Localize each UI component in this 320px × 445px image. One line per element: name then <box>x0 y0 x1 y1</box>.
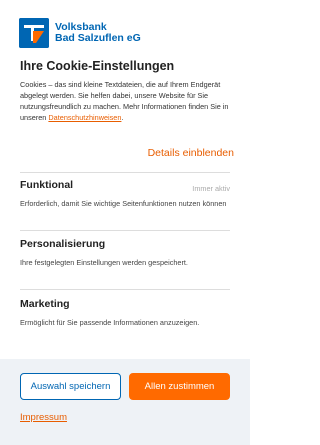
section-desc: Erforderlich, damit Sie wichtige Seitenf… <box>20 199 227 208</box>
volksbank-logo-icon <box>19 18 49 48</box>
section-title: Personalisierung <box>20 238 106 250</box>
section-marketing[interactable]: Marketing Ermöglicht für Sie passende In… <box>20 298 230 328</box>
brand-name: Volksbank Bad Salzuflen eG <box>55 22 141 44</box>
section-title: Marketing <box>20 298 70 310</box>
section-desc: Ermöglicht für Sie passende Informatione… <box>20 318 200 327</box>
divider <box>20 230 230 231</box>
show-details-link[interactable]: Details einblenden <box>148 147 234 159</box>
intro-text: Cookies – das sind kleine Textdateien, d… <box>20 79 235 123</box>
accept-all-button[interactable]: Allen zustimmen <box>129 373 230 400</box>
page-title: Ihre Cookie-Einstellungen <box>20 59 175 73</box>
save-selection-button[interactable]: Auswahl speichern <box>20 373 121 400</box>
cookie-footer: Auswahl speichern Allen zustimmen Impres… <box>0 359 250 445</box>
privacy-link[interactable]: Datenschutzhinweisen <box>48 113 121 122</box>
brand-line2: Bad Salzuflen eG <box>55 32 141 44</box>
section-personalisierung[interactable]: Personalisierung Ihre festgelegten Einst… <box>20 238 230 268</box>
imprint-link[interactable]: Impressum <box>20 412 67 423</box>
section-desc: Ihre festgelegten Einstellungen werden g… <box>20 258 188 267</box>
brand-header: Volksbank Bad Salzuflen eG <box>19 18 141 48</box>
always-active-status: Immer aktiv <box>192 184 230 193</box>
divider <box>20 172 230 173</box>
divider <box>20 289 230 290</box>
intro-suffix: . <box>121 113 124 122</box>
